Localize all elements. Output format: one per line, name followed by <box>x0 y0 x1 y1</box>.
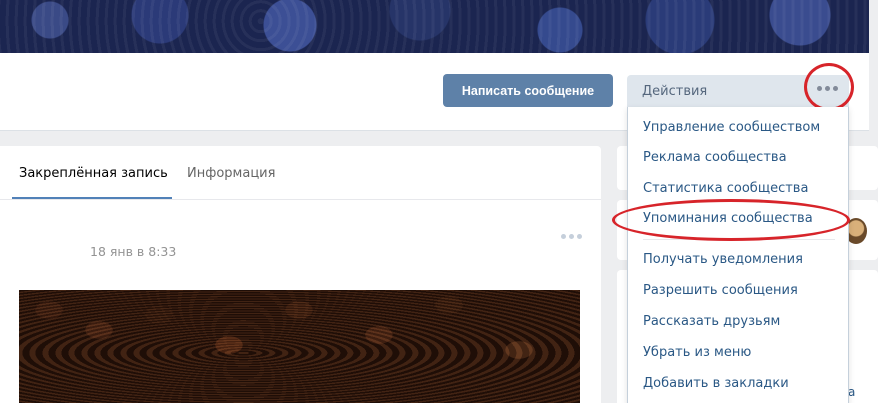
post-image[interactable] <box>19 290 580 403</box>
menu-item-allow-messages[interactable]: Разрешить сообщения <box>643 283 798 298</box>
tab-information[interactable]: Информация <box>187 166 275 181</box>
community-cover <box>0 0 869 53</box>
menu-item-add-bookmark[interactable]: Добавить в закладки <box>643 376 789 391</box>
actions-button-label: Действия <box>642 83 708 99</box>
highlight-oval <box>612 199 850 241</box>
tab-pinned-post[interactable]: Закреплённая запись <box>19 166 168 181</box>
wall-card: Закреплённая запись Информация 18 янв в … <box>0 146 601 403</box>
actions-dropdown-menu: Управление сообществом Реклама сообществ… <box>627 107 849 403</box>
menu-item-community-stats[interactable]: Статистика сообщества <box>643 181 808 196</box>
menu-item-remove-from-menu[interactable]: Убрать из меню <box>643 345 751 360</box>
menu-item-tell-friends[interactable]: Рассказать друзьям <box>643 314 780 329</box>
highlight-circle <box>804 63 854 111</box>
menu-item-community-ads[interactable]: Реклама сообщества <box>643 150 787 165</box>
sidebar-link-fragment[interactable]: а <box>848 385 855 399</box>
post-more-icon[interactable] <box>561 234 582 239</box>
wall-tabs: Закреплённая запись Информация <box>0 146 601 200</box>
send-message-button[interactable]: Написать сообщение <box>443 74 613 107</box>
post-date[interactable]: 18 янв в 8:33 <box>90 244 176 259</box>
active-tab-indicator <box>12 197 172 199</box>
menu-item-notifications[interactable]: Получать уведомления <box>643 252 803 267</box>
menu-item-manage-community[interactable]: Управление сообществом <box>643 120 820 135</box>
